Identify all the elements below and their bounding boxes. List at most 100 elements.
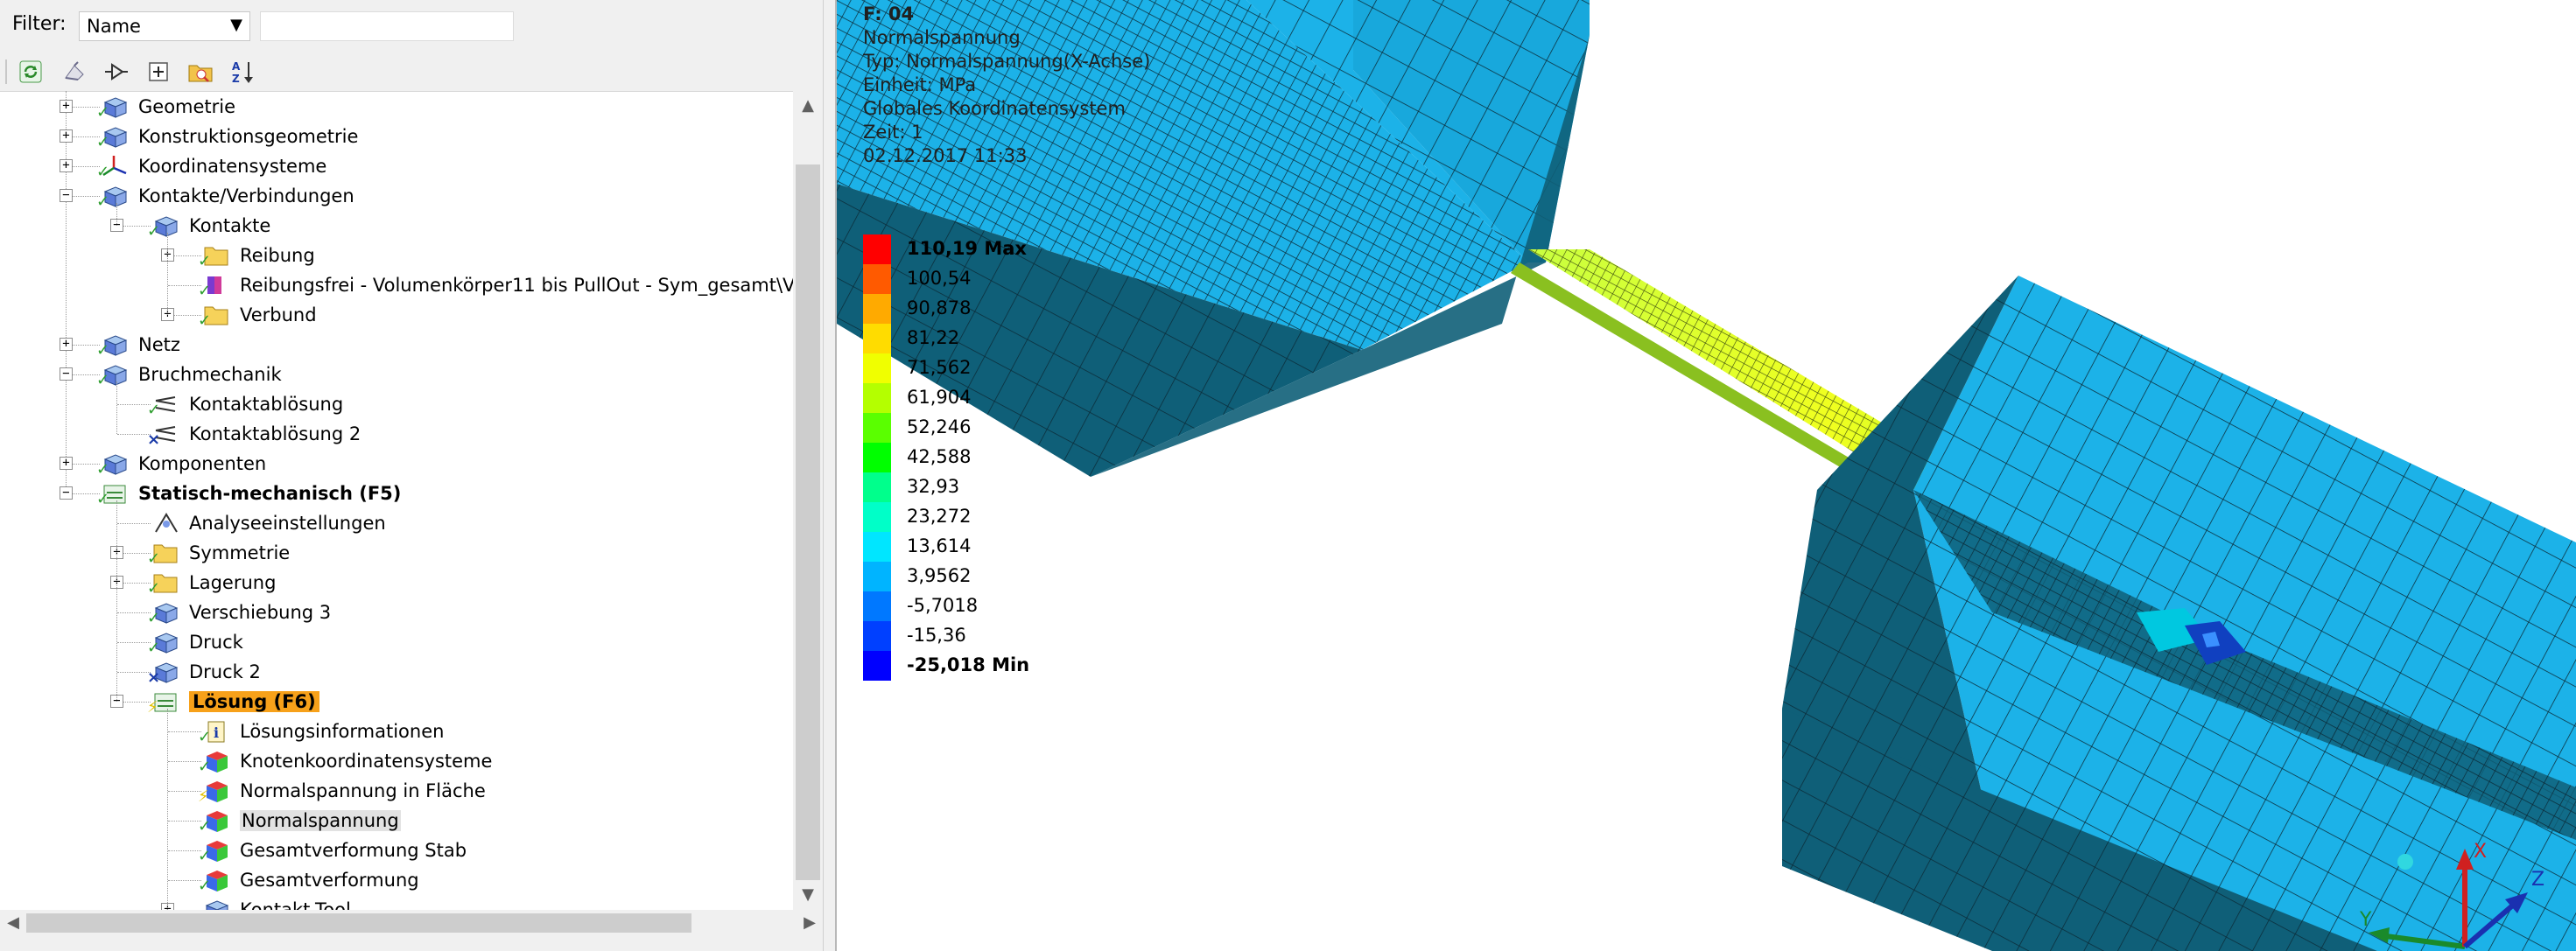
status-check-icon: ✓ (96, 192, 110, 211)
tree-node[interactable]: × Druck 2 (0, 658, 793, 686)
static-structural-icon: ✓ (96, 481, 128, 508)
status-check-icon: ✓ (198, 877, 212, 895)
tree-connector (117, 642, 151, 643)
clear-icon[interactable] (60, 58, 89, 86)
legend-value-label: 3,9562 (907, 565, 972, 586)
tree-node[interactable]: i ✓ Lösungsinformationen (0, 717, 793, 745)
expand-icon[interactable]: + (60, 129, 73, 143)
tree-connector (117, 612, 151, 613)
sort-az-icon[interactable]: AZ (228, 58, 257, 86)
tree-node[interactable]: − ⚡ Lösung (F6) (0, 688, 793, 716)
vertical-scrollbar[interactable]: ▲ ▼ (793, 91, 823, 910)
result-info-line: Zeit: 1 (863, 122, 923, 143)
svg-text:A: A (232, 60, 241, 73)
legend-color-band (863, 234, 891, 264)
tree-node[interactable]: + ✓ Symmetrie (0, 539, 793, 567)
tree-guide-line (167, 709, 168, 910)
legend-value-label: -15,36 (907, 625, 966, 646)
tree-node[interactable]: ✓ Verschiebung 3 (0, 598, 793, 626)
triad-origin-sphere-icon[interactable] (2397, 854, 2413, 870)
collapse-icon[interactable]: − (60, 486, 73, 500)
tree-node[interactable]: ✓ Reibungsfrei - Volumenkörper11 bis Pull… (0, 271, 793, 299)
filter-type-select[interactable]: Name ▼ (79, 11, 250, 41)
tree-node[interactable]: ✓ Kontaktablösung (0, 390, 793, 418)
tree-node-label: Druck 2 (189, 661, 261, 682)
horizontal-scroll-thumb[interactable] (26, 913, 691, 933)
tree-node[interactable]: ✓ Gesamtverformung (0, 866, 793, 894)
scroll-right-icon[interactable]: ▶ (797, 910, 823, 936)
tree-connector (168, 880, 201, 881)
tree-node[interactable]: + ✓ Koordinatensysteme (0, 152, 793, 180)
tree-node-label: Verbund (240, 304, 317, 325)
tree-node[interactable]: + ✓ Reibung (0, 241, 793, 269)
graphics-viewport[interactable]: F: 04 Normalspannung Typ: Normalspannung(X… (837, 0, 2576, 951)
scroll-down-icon[interactable]: ▼ (793, 880, 823, 910)
tree-filter-icon[interactable] (102, 58, 131, 86)
tree-node[interactable]: − ✓ Bruchmechanik (0, 360, 793, 388)
collapse-icon[interactable]: − (60, 367, 73, 381)
coordinate-triad[interactable]: X Y Z (2334, 831, 2561, 951)
tree-node[interactable]: ✓ Druck (0, 628, 793, 656)
status-check-icon: ✓ (147, 549, 161, 568)
tree-node-label: Gesamtverformung Stab (240, 840, 467, 861)
tree-node-label: Lösungsinformationen (240, 721, 445, 742)
expand-icon[interactable]: + (60, 338, 73, 351)
legend-value-label: 32,93 (907, 476, 960, 497)
tree-node[interactable]: + ✓ Komponenten (0, 450, 793, 478)
toolbar-separator (5, 59, 7, 84)
expand-all-icon[interactable] (144, 58, 173, 86)
tree-node-label: Knotenkoordinatensysteme (240, 751, 493, 772)
outline-toolbar: AZ (0, 52, 823, 92)
legend-value-label: 52,246 (907, 416, 972, 437)
status-check-icon: ✓ (147, 222, 161, 241)
tree-node-label: Verschiebung 3 (189, 602, 332, 623)
tree-node-label: Reibung (240, 245, 315, 266)
pressure-icon: ✓ (147, 630, 179, 656)
tree-node-label: Konstruktionsgeometrie (138, 126, 359, 147)
filter-search-input[interactable] (260, 11, 514, 41)
tree-node[interactable]: + ✓ Verbund (0, 301, 793, 329)
legend-color-band (863, 562, 891, 591)
result-info-line: Einheit: MPa (863, 74, 977, 95)
tree-connector (168, 761, 201, 762)
expand-icon[interactable]: + (60, 100, 73, 113)
triad-y-arrow-icon (2369, 927, 2390, 943)
scroll-up-icon[interactable]: ▲ (793, 91, 823, 121)
vertical-scroll-thumb[interactable] (796, 164, 820, 880)
fe-model-scene[interactable] (837, 0, 2576, 951)
tree-node[interactable]: + ✓ Netz (0, 331, 793, 359)
folder-icon: ✓ (147, 570, 179, 597)
status-check-icon: ✓ (96, 490, 110, 508)
tree-node[interactable]: ⚡ Normalspannung in Fläche (0, 777, 793, 805)
refresh-icon[interactable] (16, 58, 46, 86)
dropdown-arrow-icon[interactable]: ▼ (230, 16, 242, 34)
expand-icon[interactable]: + (60, 457, 73, 470)
status-check-icon: ✓ (198, 847, 212, 865)
tree-node-label: Kontaktablösung (189, 394, 344, 415)
solution-icon: ⚡ (147, 689, 179, 716)
folder-icon[interactable] (186, 58, 215, 86)
legend-color-band (863, 502, 891, 532)
tree-node[interactable]: + ✓ Lagerung (0, 569, 793, 597)
expand-icon[interactable]: + (60, 159, 73, 172)
triad-z-axis (2463, 900, 2517, 949)
tree-node[interactable]: +✓Kontakt-Tool (0, 896, 793, 910)
tree-node[interactable]: + ✓ Geometrie (0, 93, 793, 121)
panel-splitter[interactable] (823, 0, 837, 951)
scroll-left-icon[interactable]: ◀ (0, 910, 26, 936)
tree-node[interactable]: − ✓ Kontakte (0, 212, 793, 240)
tree-node[interactable]: Analyseeinstellungen (0, 509, 793, 537)
tree-node[interactable]: ✓ Knotenkoordinatensysteme (0, 747, 793, 775)
tree-node[interactable]: + ✓ Konstruktionsgeometrie (0, 122, 793, 150)
tree-node-label: Normalspannung (240, 810, 401, 831)
tree-node[interactable]: − ✓ Kontakte/Verbindungen (0, 182, 793, 210)
tree-node[interactable]: × Kontaktablösung 2 (0, 420, 793, 448)
tree-node[interactable]: ✓ Normalspannung (0, 807, 793, 835)
legend-value-label: 23,272 (907, 506, 972, 527)
tree-node[interactable]: − ✓ Statisch-mechanisch (F5) (0, 479, 793, 507)
horizontal-scrollbar[interactable]: ◀ ▶ (0, 910, 823, 936)
tree-node[interactable]: ✓ Gesamtverformung Stab (0, 836, 793, 864)
legend-value-label: -25,018 Min (907, 654, 1030, 675)
debonding-icon: × (147, 422, 179, 448)
collapse-icon[interactable]: − (60, 189, 73, 202)
